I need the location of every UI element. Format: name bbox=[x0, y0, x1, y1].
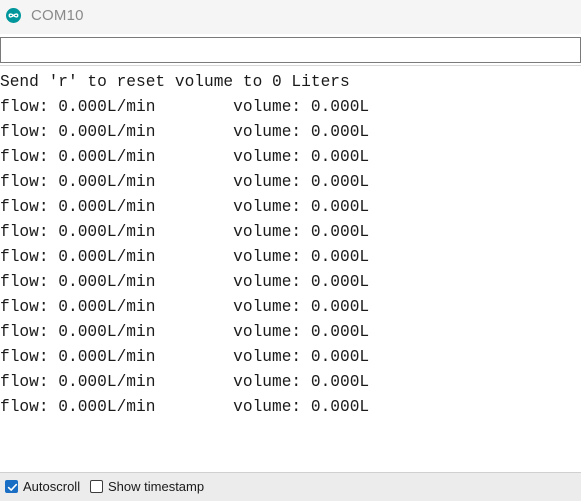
output-line: flow: 0.000L/min volume: 0.000L bbox=[0, 323, 370, 341]
divider bbox=[0, 65, 581, 66]
output-line: flow: 0.000L/min volume: 0.000L bbox=[0, 398, 370, 416]
output-line: flow: 0.000L/min volume: 0.000L bbox=[0, 248, 370, 266]
timestamp-label: Show timestamp bbox=[108, 479, 205, 494]
output-line: flow: 0.000L/min volume: 0.000L bbox=[0, 223, 370, 241]
serial-send-input[interactable] bbox=[0, 37, 581, 63]
serial-monitor-window: COM10 Send 'r' to reset volume to 0 Lite… bbox=[0, 0, 581, 501]
output-line: flow: 0.000L/min volume: 0.000L bbox=[0, 198, 370, 216]
send-row bbox=[0, 37, 581, 63]
timestamp-checkbox[interactable] bbox=[90, 480, 103, 493]
autoscroll-toggle[interactable]: Autoscroll bbox=[5, 479, 80, 494]
serial-output[interactable]: Send 'r' to reset volume to 0 Liters flow… bbox=[0, 70, 581, 472]
autoscroll-checkbox[interactable] bbox=[5, 480, 18, 493]
output-line: flow: 0.000L/min volume: 0.000L bbox=[0, 123, 370, 141]
output-line: flow: 0.000L/min volume: 0.000L bbox=[0, 348, 370, 366]
autoscroll-label: Autoscroll bbox=[23, 479, 81, 494]
title-bar: COM10 bbox=[0, 0, 581, 34]
status-bar: Autoscroll Show timestamp bbox=[0, 472, 581, 501]
output-line: flow: 0.000L/min volume: 0.000L bbox=[0, 273, 370, 291]
output-line: flow: 0.000L/min volume: 0.000L bbox=[0, 173, 370, 191]
output-line: flow: 0.000L/min volume: 0.000L bbox=[0, 148, 370, 166]
output-line: flow: 0.000L/min volume: 0.000L bbox=[0, 98, 370, 116]
timestamp-toggle[interactable]: Show timestamp bbox=[90, 479, 204, 494]
output-line: flow: 0.000L/min volume: 0.000L bbox=[0, 373, 370, 391]
output-line: flow: 0.000L/min volume: 0.000L bbox=[0, 298, 370, 316]
window-title: COM10 bbox=[31, 7, 84, 24]
arduino-infinity-icon bbox=[6, 8, 21, 23]
output-line: Send 'r' to reset volume to 0 Liters bbox=[0, 73, 350, 91]
